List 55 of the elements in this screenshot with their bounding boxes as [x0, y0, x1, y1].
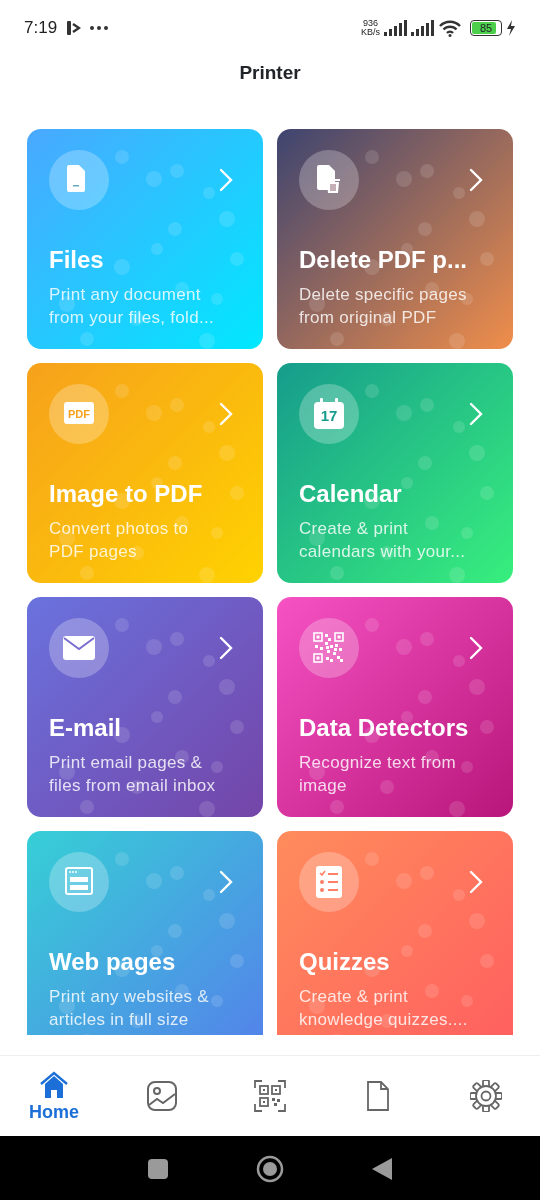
card-description: Print email pages & files from email inbox	[49, 752, 217, 797]
notification-icon	[65, 19, 82, 37]
recents-button[interactable]	[148, 1158, 168, 1179]
feature-card[interactable]: Delete PDF p... Delete specific pages from original PDF	[277, 129, 513, 349]
card-title: Image to PDF	[49, 479, 204, 509]
wifi-icon	[438, 19, 462, 37]
feature-card[interactable]: PDF Image to PDF Convert photos to PDF pages	[27, 363, 263, 583]
more-icon	[89, 25, 110, 31]
nav-tab[interactable]: Home	[0, 1056, 108, 1136]
page-title: Printer	[239, 60, 301, 85]
chevron-right-icon	[469, 402, 483, 426]
qr-code-icon	[254, 1080, 286, 1112]
feature-card[interactable]: Quizzes Create & print knowledge quizzes....	[277, 831, 513, 1035]
card-title: Data Detectors	[299, 713, 470, 743]
feature-card[interactable]: 17 Calendar Create & print calendars with your...	[277, 363, 513, 583]
chevron-right-icon	[469, 870, 483, 894]
chevron-right-icon	[219, 168, 233, 192]
signal-icon	[384, 20, 407, 36]
chevron-right-icon	[469, 168, 483, 192]
card-title: E-mail	[49, 713, 123, 743]
speed-value: 936	[361, 19, 379, 28]
checklist-icon	[314, 866, 344, 898]
home-icon	[39, 1071, 69, 1099]
chevron-right-icon	[219, 402, 233, 426]
qr-code-icon	[313, 632, 345, 664]
chevron-right-icon	[219, 870, 233, 894]
home-button[interactable]	[256, 1154, 284, 1183]
document-icon	[366, 1081, 390, 1111]
card-description: Create & print knowledge quizzes....	[299, 986, 469, 1031]
feature-card[interactable]: Files Print any document from your files, fold...	[27, 129, 263, 349]
browser-window-icon	[64, 866, 94, 898]
card-description: Print any websites & articles in full size	[49, 986, 210, 1031]
card-description: Delete specific pages from original PDF	[299, 284, 468, 329]
card-title: Calendar	[299, 479, 403, 509]
feature-card[interactable]: E-mail Print email pages & files from email inbox	[27, 597, 263, 817]
chevron-right-icon	[469, 636, 483, 660]
card-description: Convert photos to PDF pages	[49, 518, 190, 563]
mail-icon	[63, 636, 95, 660]
clock-time: 7:19	[24, 17, 58, 40]
settings-icon	[470, 1080, 502, 1112]
signal-icon	[411, 20, 434, 36]
card-description: Recognize text from image	[299, 752, 457, 797]
chevron-right-icon	[219, 636, 233, 660]
card-description: Print any document from your files, fold...	[49, 284, 215, 329]
card-title: Delete PDF p...	[299, 245, 469, 275]
card-description: Create & print calendars with your...	[299, 518, 467, 563]
feature-card[interactable]: Web pages Print any websites & articles in full size	[27, 831, 263, 1035]
card-title: Quizzes	[299, 947, 391, 977]
card-title: Files	[49, 245, 105, 275]
speed-unit: KB/s	[361, 28, 380, 37]
back-button[interactable]	[372, 1157, 392, 1180]
battery-indicator: 85	[470, 20, 502, 36]
card-title: Web pages	[49, 947, 177, 977]
image-icon	[146, 1080, 178, 1112]
feature-card[interactable]: Data Detectors Recognize text from image	[277, 597, 513, 817]
